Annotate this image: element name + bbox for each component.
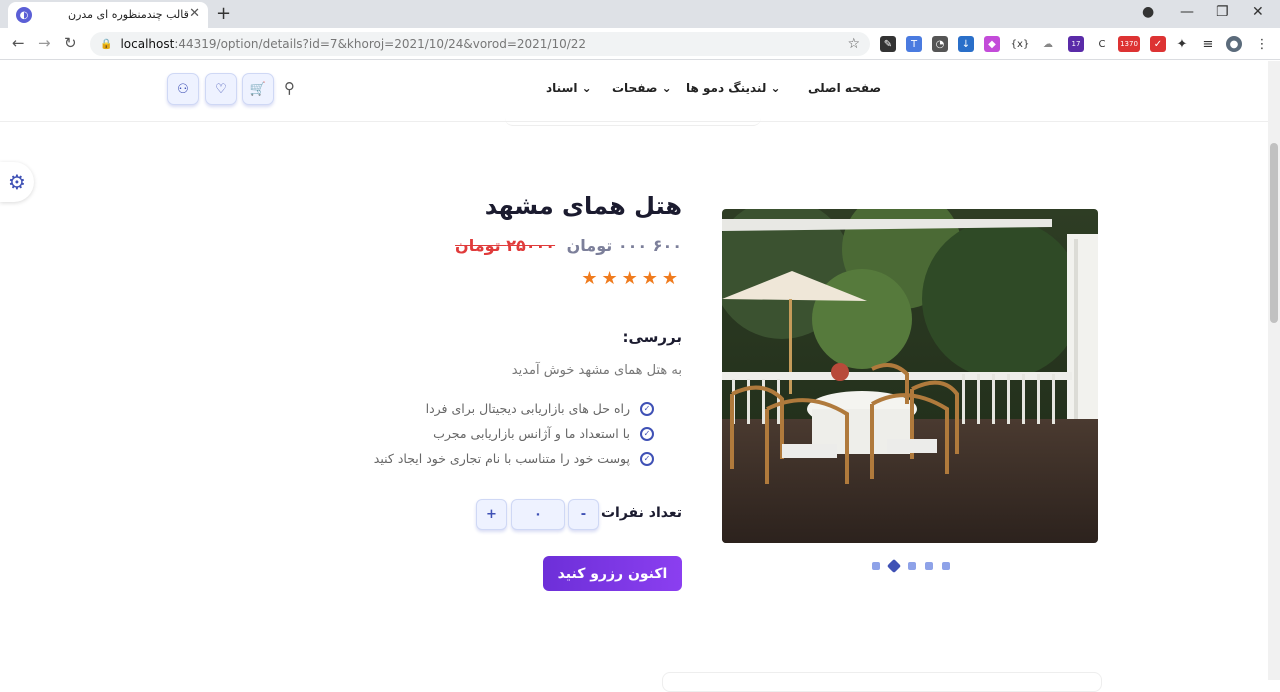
nav-docs-label: اسناد bbox=[546, 81, 578, 95]
nav-pages-label: صفحات bbox=[612, 81, 658, 95]
site-header: صفحه اصلی ⌄ لندینگ دمو ها ⌄ صفحات ⌄ اسنا… bbox=[0, 61, 1268, 122]
extension-download-icon[interactable]: ↓ bbox=[958, 36, 974, 52]
book-now-button[interactable]: اکنون رزرو کنید bbox=[543, 556, 682, 591]
url-path: :44319/option/details?id=7&khoroj=2021/1… bbox=[174, 37, 587, 51]
extension-translate-icon[interactable]: T bbox=[906, 36, 922, 52]
wishlist-button[interactable]: ♡ bbox=[205, 73, 237, 105]
user-icon: ⚇ bbox=[177, 81, 189, 97]
extension-mail-count: 1370 bbox=[1120, 40, 1138, 48]
extension-eyedropper-icon[interactable]: ✎ bbox=[880, 36, 896, 52]
extension-red-icon[interactable]: ✓ bbox=[1150, 36, 1166, 52]
nav-landing-demos[interactable]: ⌄ لندینگ دمو ها bbox=[686, 81, 781, 95]
scrollbar-thumb[interactable] bbox=[1270, 143, 1278, 323]
feature-text: راه حل های بازاریابی دیجیتال برای فردا bbox=[425, 401, 630, 416]
quantity-input[interactable]: ۰ bbox=[511, 499, 565, 530]
restore-icon[interactable]: ❐ bbox=[1216, 4, 1229, 20]
carousel-dot[interactable] bbox=[908, 562, 916, 570]
feature-item: ✓ با استعداد ما و آژانس بازاریابی مجرب bbox=[433, 426, 654, 441]
welcome-text: به هتل همای مشهد خوش آمدید bbox=[511, 363, 682, 378]
check-circle-icon: ✓ bbox=[640, 401, 654, 416]
settings-gear-icon[interactable]: ⚙ bbox=[0, 162, 34, 202]
tab-title: قالب چندمنظوره ای مدرن bbox=[68, 8, 189, 21]
feature-item: ✓ پوست خود را متناسب با نام تجاری خود ای… bbox=[374, 451, 654, 466]
people-count-label: تعداد نفرات : bbox=[590, 505, 683, 521]
chevron-down-icon: ⌄ bbox=[766, 81, 781, 95]
address-bar[interactable]: 🔒 localhost :44319/option/details?id=7&k… bbox=[90, 32, 870, 56]
close-window-icon[interactable]: ✕ bbox=[1252, 4, 1264, 20]
feature-item: ✓ راه حل های بازاریابی دیجیتال برای فردا bbox=[426, 401, 654, 416]
price-row: ۶۰۰ ۰۰۰ تومان ۲۵۰۰۰ تومان bbox=[455, 236, 682, 255]
new-tab-button[interactable]: + bbox=[216, 3, 231, 24]
lock-icon: 🔒 bbox=[100, 38, 113, 50]
check-circle-icon: ✓ bbox=[640, 426, 654, 441]
browser-toolbar: ← → ↻ 🔒 localhost :44319/option/details?… bbox=[0, 28, 1280, 60]
review-heading: بررسی: bbox=[622, 328, 682, 346]
extension-mail-icon[interactable]: 1370 bbox=[1118, 36, 1140, 52]
cart-button[interactable]: 🛒 bbox=[242, 73, 274, 105]
extension-badge-count: 17 bbox=[1071, 40, 1081, 48]
extension-badge-icon[interactable]: 17 bbox=[1068, 36, 1084, 52]
profile-menu-icon[interactable]: ● bbox=[1142, 4, 1154, 20]
old-price: ۲۵۰۰۰ تومان bbox=[455, 236, 556, 255]
nav-pages[interactable]: ⌄ صفحات bbox=[612, 81, 672, 95]
feature-text: پوست خود را متناسب با نام تجاری خود ایجا… bbox=[373, 451, 630, 466]
search-icon[interactable]: ⚲ bbox=[284, 79, 295, 97]
chevron-down-icon: ⌄ bbox=[657, 81, 672, 95]
next-section-card bbox=[662, 672, 1102, 692]
carousel-dots bbox=[872, 558, 950, 574]
hotel-title: هتل همای مشهد bbox=[484, 192, 682, 220]
current-price: ۶۰۰ ۰۰۰ تومان bbox=[566, 236, 682, 255]
decrement-button[interactable]: - bbox=[568, 499, 599, 530]
increment-button[interactable]: + bbox=[476, 499, 507, 530]
tab-close-icon[interactable]: ✕ bbox=[189, 6, 200, 21]
extension-c-icon[interactable]: C bbox=[1094, 36, 1110, 52]
star-rating: ★★★★★ bbox=[581, 268, 682, 289]
extension-code-icon[interactable]: {x} bbox=[1011, 36, 1029, 52]
carousel-dot[interactable] bbox=[872, 562, 880, 570]
extension-cloud-icon[interactable]: ☁ bbox=[1040, 36, 1056, 52]
feature-text: با استعداد ما و آژانس بازاریابی مجرب bbox=[433, 426, 630, 441]
cart-icon: 🛒 bbox=[249, 81, 267, 97]
profile-avatar[interactable]: ● bbox=[1226, 36, 1242, 52]
browser-menu-icon[interactable]: ⋮ bbox=[1254, 36, 1270, 52]
url-host: localhost bbox=[120, 37, 175, 51]
extension-speed-icon[interactable]: ◔ bbox=[932, 36, 948, 52]
check-circle-icon: ✓ bbox=[640, 451, 654, 466]
account-button[interactable]: ⚇ bbox=[167, 73, 199, 105]
nav-docs[interactable]: ⌄ اسناد bbox=[546, 81, 592, 95]
page-scrollbar[interactable] bbox=[1268, 61, 1280, 680]
decorative-divider bbox=[505, 118, 761, 126]
browser-tabbar: ◐ قالب چندمنظوره ای مدرن ✕ + ● — ❐ ✕ bbox=[0, 0, 1280, 28]
heart-icon: ♡ bbox=[215, 81, 227, 97]
back-icon[interactable]: ← bbox=[12, 34, 25, 52]
bookmark-star-icon[interactable]: ☆ bbox=[847, 36, 860, 52]
reading-list-icon[interactable]: ≡ bbox=[1200, 36, 1216, 52]
minimize-icon[interactable]: — bbox=[1180, 4, 1194, 20]
forward-icon[interactable]: → bbox=[38, 34, 51, 52]
extensions-puzzle-icon[interactable]: ✦ bbox=[1174, 36, 1190, 52]
carousel-dot[interactable] bbox=[925, 562, 933, 570]
nav-landing-demos-label: لندینگ دمو ها bbox=[686, 81, 767, 95]
nav-home[interactable]: صفحه اصلی bbox=[808, 81, 881, 95]
carousel-dot-active[interactable] bbox=[886, 558, 902, 574]
site-favicon-icon: ◐ bbox=[16, 7, 32, 23]
hotel-photo bbox=[722, 209, 1098, 543]
chevron-down-icon: ⌄ bbox=[577, 81, 592, 95]
browser-tab[interactable]: ◐ قالب چندمنظوره ای مدرن ✕ bbox=[8, 2, 208, 28]
extension-color-icon[interactable]: ◆ bbox=[984, 36, 1000, 52]
reload-icon[interactable]: ↻ bbox=[64, 34, 77, 52]
carousel-dot[interactable] bbox=[942, 562, 950, 570]
